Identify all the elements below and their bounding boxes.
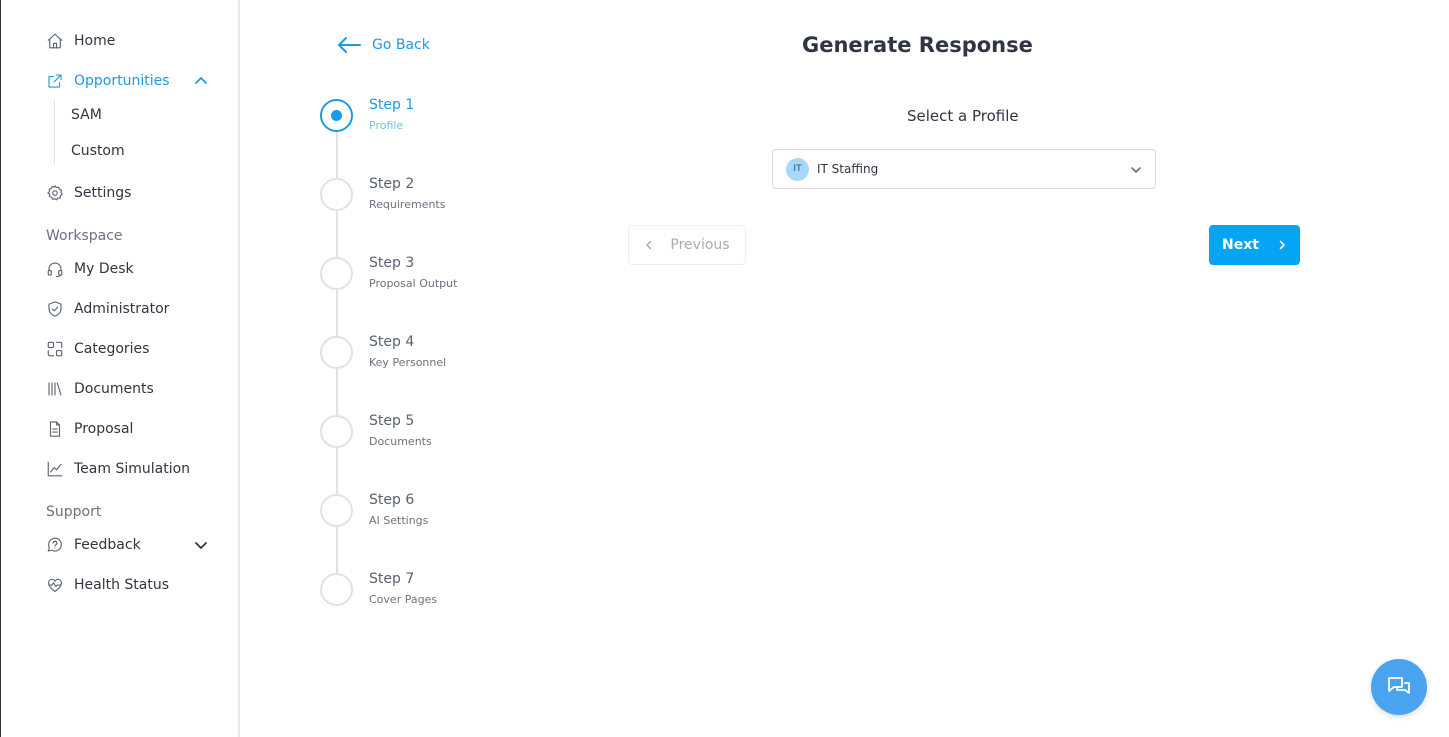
library-icon: [45, 379, 65, 399]
workspace-label: Workspace: [46, 228, 123, 244]
chat-icon: [1388, 677, 1410, 694]
chevron-down-icon: [1129, 162, 1143, 176]
chevron-up-icon[interactable]: [193, 73, 209, 89]
nav-proposal-label: Proposal: [74, 421, 134, 437]
step-subtitle: AI Settings: [369, 514, 429, 527]
nav-my-desk[interactable]: My Desk: [45, 257, 134, 281]
home-icon: [45, 31, 65, 51]
arrow-left-icon: [338, 37, 361, 53]
file-text-icon: [45, 419, 65, 439]
previous-button[interactable]: Previous: [628, 225, 746, 265]
nav-documents-label: Documents: [74, 381, 154, 397]
nav-health-status-label: Health Status: [74, 577, 170, 593]
nav-home[interactable]: Home: [45, 29, 115, 53]
step-subtitle: Key Personnel: [369, 356, 447, 369]
nav-feedback[interactable]: Feedback: [45, 533, 141, 557]
step-subtitle: Proposal Output: [369, 277, 458, 290]
nav-documents[interactable]: Documents: [45, 377, 154, 401]
step-title: Step 7: [369, 571, 415, 587]
nav-my-desk-label: My Desk: [74, 261, 134, 277]
nav-administrator-label: Administrator: [74, 301, 170, 317]
step-subtitle: Profile: [369, 119, 404, 132]
go-back-label: Go Back: [372, 37, 430, 53]
nav-opportunities-label: Opportunities: [74, 73, 170, 89]
go-back-link[interactable]: Go Back: [337, 35, 430, 55]
next-button-label: Next: [1222, 237, 1259, 253]
previous-button-label: Previous: [670, 237, 730, 253]
nav-custom[interactable]: Custom: [71, 141, 125, 161]
nav-administrator[interactable]: Administrator: [45, 297, 169, 321]
step-subtitle: Documents: [369, 435, 432, 448]
external-link-icon: [45, 71, 65, 91]
shield-check-icon: [45, 299, 65, 319]
step-subtitle: Cover Pages: [369, 593, 438, 606]
profile-select[interactable]: IT IT Staffing: [772, 149, 1156, 189]
support-label: Support: [46, 504, 102, 520]
categories-icon: [45, 339, 65, 359]
step-indicator: [320, 336, 353, 369]
step-title: Step 1: [369, 97, 415, 113]
step-title: Step 5: [369, 413, 415, 429]
nav-settings-label: Settings: [74, 185, 132, 201]
profile-select-value: IT Staffing: [817, 162, 879, 176]
step-indicator: [320, 178, 353, 211]
profile-avatar: IT: [786, 157, 809, 181]
nav-sam[interactable]: SAM: [71, 105, 102, 125]
headset-icon: [45, 259, 65, 279]
line-chart-icon: [45, 459, 65, 479]
page-title: Generate Response: [802, 33, 1033, 57]
step-indicator: [320, 257, 353, 290]
nav-team-simulation[interactable]: Team Simulation: [45, 457, 190, 481]
nav-health-status[interactable]: Health Status: [45, 573, 169, 597]
submenu-line: [54, 100, 55, 164]
chat-button[interactable]: [1371, 659, 1427, 715]
chevron-left-icon: [646, 240, 652, 250]
step-indicator: [320, 494, 353, 527]
nav-categories[interactable]: Categories: [45, 337, 149, 361]
step-title: Step 2: [369, 176, 415, 192]
step-indicator: [320, 415, 353, 448]
sidebar: Home Opportunities SAM Custom Settings W…: [0, 0, 240, 737]
step-indicator: [320, 573, 353, 606]
step-title: Step 3: [369, 255, 415, 271]
next-button[interactable]: Next: [1209, 225, 1300, 265]
message-help-icon: [45, 535, 65, 555]
step-title: Step 4: [369, 334, 415, 350]
gear-icon: [45, 183, 65, 203]
nav-home-label: Home: [74, 33, 116, 49]
nav-settings[interactable]: Settings: [45, 181, 131, 205]
nav-proposal[interactable]: Proposal: [45, 417, 133, 441]
nav-opportunities[interactable]: Opportunities: [45, 69, 170, 93]
step-title: Step 6: [369, 492, 415, 508]
nav-team-simulation-label: Team Simulation: [74, 461, 191, 477]
heart-pulse-icon: [45, 575, 65, 595]
nav-feedback-label: Feedback: [74, 537, 141, 553]
chevron-down-icon[interactable]: [193, 537, 209, 553]
chevron-right-icon: [1279, 240, 1285, 250]
select-profile-label: Select a Profile: [907, 107, 1019, 125]
step-subtitle: Requirements: [369, 198, 446, 211]
nav-categories-label: Categories: [74, 341, 150, 357]
step-indicator: [320, 99, 353, 132]
